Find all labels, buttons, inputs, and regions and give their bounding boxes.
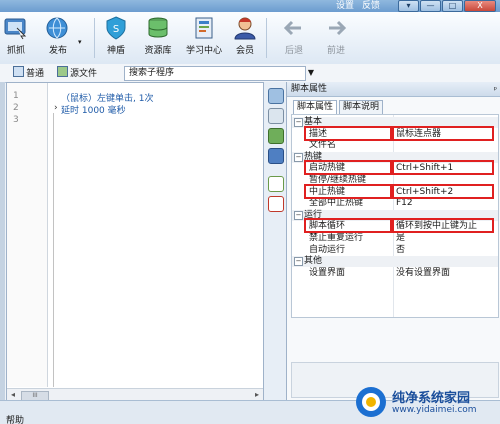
toolbar-divider	[266, 18, 267, 58]
shield-button[interactable]: S 神盾	[102, 14, 130, 62]
property-row[interactable]: 自动运行 否	[292, 245, 498, 256]
title-bar: 设置 反馈 ▾ — □ X	[0, 0, 500, 12]
line-marker-icon: ›	[54, 103, 58, 113]
menu-dropdown-button[interactable]: ▾	[398, 0, 419, 12]
left-edge-strip	[0, 82, 5, 400]
line-number: 2	[13, 103, 19, 113]
settings-link[interactable]: 设置	[336, 0, 354, 12]
add-icon[interactable]	[268, 176, 284, 192]
delete-icon[interactable]	[268, 196, 284, 212]
chevron-down-icon[interactable]: ▼	[304, 66, 318, 80]
learning-center-button[interactable]: 学习中心	[182, 14, 226, 62]
toolbar-divider	[94, 18, 95, 58]
highlight-box	[304, 125, 392, 141]
publish-icon	[46, 17, 68, 39]
code-line[interactable]: 延时 1000 毫秒	[61, 103, 126, 116]
watermark-name: 纯净系统家园	[392, 391, 471, 406]
property-category[interactable]: − 其他	[292, 256, 498, 268]
tab-script-properties[interactable]: 脚本属性	[293, 100, 338, 115]
back-button[interactable]: 后退	[280, 14, 308, 62]
highlight-box	[392, 183, 494, 199]
normal-view-icon	[13, 66, 24, 77]
capture-button[interactable]: 抓抓	[2, 14, 30, 62]
forward-button[interactable]: 前进	[322, 14, 350, 62]
app-window: 设置 反馈 ▾ — □ X 抓抓 发布 ▾ S 神盾 资源库 学习中心 会员 后…	[0, 0, 500, 424]
highlight-box	[392, 160, 494, 176]
panel-header: 脚本属性 ᵖ	[287, 82, 500, 97]
document-icon[interactable]	[268, 108, 284, 124]
gear-icon[interactable]	[268, 128, 284, 144]
property-grid: − 基本 描述 鼠标连点器 文件名 − 热键 启动热键 Ctrl+Shift+1 暂停/继续热键中…	[291, 114, 499, 318]
property-key: 全部中止热键	[309, 198, 364, 209]
back-arrow-icon	[283, 20, 301, 36]
minimize-button[interactable]: —	[420, 0, 441, 12]
library-icon	[148, 17, 168, 38]
property-row[interactable]: 禁止重复运行 是	[292, 233, 498, 244]
script-properties-panel: 脚本属性 ᵖ 脚本属性 脚本说明 − 基本 描述 鼠标连点器 文件名 − 热键 启动热键 Ctr…	[286, 82, 500, 400]
script-editor[interactable]: 1 2 3 › （鼠标）左键单击, 1次 延时 1000 毫秒 ◂ III ▸	[6, 82, 264, 402]
collapse-icon[interactable]: −	[294, 152, 303, 162]
collapse-icon[interactable]: −	[294, 210, 303, 220]
feedback-link[interactable]: 反馈	[362, 0, 380, 12]
line-number: 1	[13, 91, 19, 101]
highlight-box	[304, 160, 392, 176]
member-button[interactable]: 会员	[230, 14, 260, 62]
tab-normal[interactable]: 普通	[10, 66, 47, 80]
document-bar: 普通 源文件 搜索子程序 ▼	[0, 64, 500, 83]
highlight-box	[392, 218, 494, 234]
shield-icon: S	[106, 16, 126, 40]
action-icon-column	[264, 82, 286, 400]
property-key: 自动运行	[309, 244, 346, 255]
collapse-icon[interactable]: −	[294, 257, 303, 267]
publish-button[interactable]: 发布	[40, 14, 76, 62]
svg-text:S: S	[113, 24, 119, 35]
close-button[interactable]: X	[464, 0, 496, 12]
learning-icon	[195, 17, 213, 39]
property-key: 其他	[304, 256, 323, 267]
property-key: 文件名	[309, 140, 337, 151]
library-button[interactable]: 资源库	[140, 14, 176, 62]
property-value[interactable]: F12	[396, 198, 413, 209]
tab-script-description[interactable]: 脚本说明	[339, 100, 384, 115]
property-key: 禁止重复运行	[309, 233, 364, 243]
panel-title: 脚本属性	[291, 84, 328, 94]
property-row[interactable]: 文件名	[292, 140, 498, 151]
highlight-box	[304, 218, 392, 234]
fold-guide	[53, 113, 54, 387]
publish-dropdown-icon[interactable]: ▾	[78, 38, 82, 46]
line-number-gutter: 1 2 3	[7, 83, 48, 387]
maximize-button[interactable]: □	[442, 0, 463, 12]
line-number: 3	[13, 115, 19, 125]
property-row[interactable]: 设置界面 没有设置界面	[292, 268, 498, 279]
collapse-icon[interactable]: −	[294, 118, 303, 127]
source-file-icon	[57, 66, 68, 77]
watermark-logo	[356, 387, 386, 417]
forward-arrow-icon	[329, 20, 347, 36]
capture-icon	[4, 18, 27, 40]
property-row[interactable]: 全部中止热键 F12	[292, 198, 498, 209]
watermark-url: www.yidaimei.com	[392, 405, 477, 415]
member-icon	[234, 17, 256, 40]
status-help: 帮助	[6, 416, 25, 424]
property-value[interactable]: 是	[396, 233, 405, 244]
search-subroutine-input[interactable]: 搜索子程序	[124, 66, 306, 81]
puzzle-icon[interactable]	[268, 148, 284, 164]
watermark: 纯净系统家园 www.yidaimei.com	[352, 383, 500, 424]
highlight-box	[304, 183, 392, 199]
property-value[interactable]: 否	[396, 245, 405, 256]
property-key: 设置界面	[309, 267, 346, 278]
highlight-box	[392, 125, 494, 141]
tab-source-file[interactable]: 源文件	[54, 66, 100, 80]
pin-icon[interactable]: ᵖ	[494, 82, 497, 97]
property-value[interactable]: 没有设置界面	[396, 268, 450, 279]
note-icon[interactable]	[268, 88, 284, 104]
main-toolbar: 抓抓 发布 ▾ S 神盾 资源库 学习中心 会员 后退 前进	[0, 12, 500, 65]
